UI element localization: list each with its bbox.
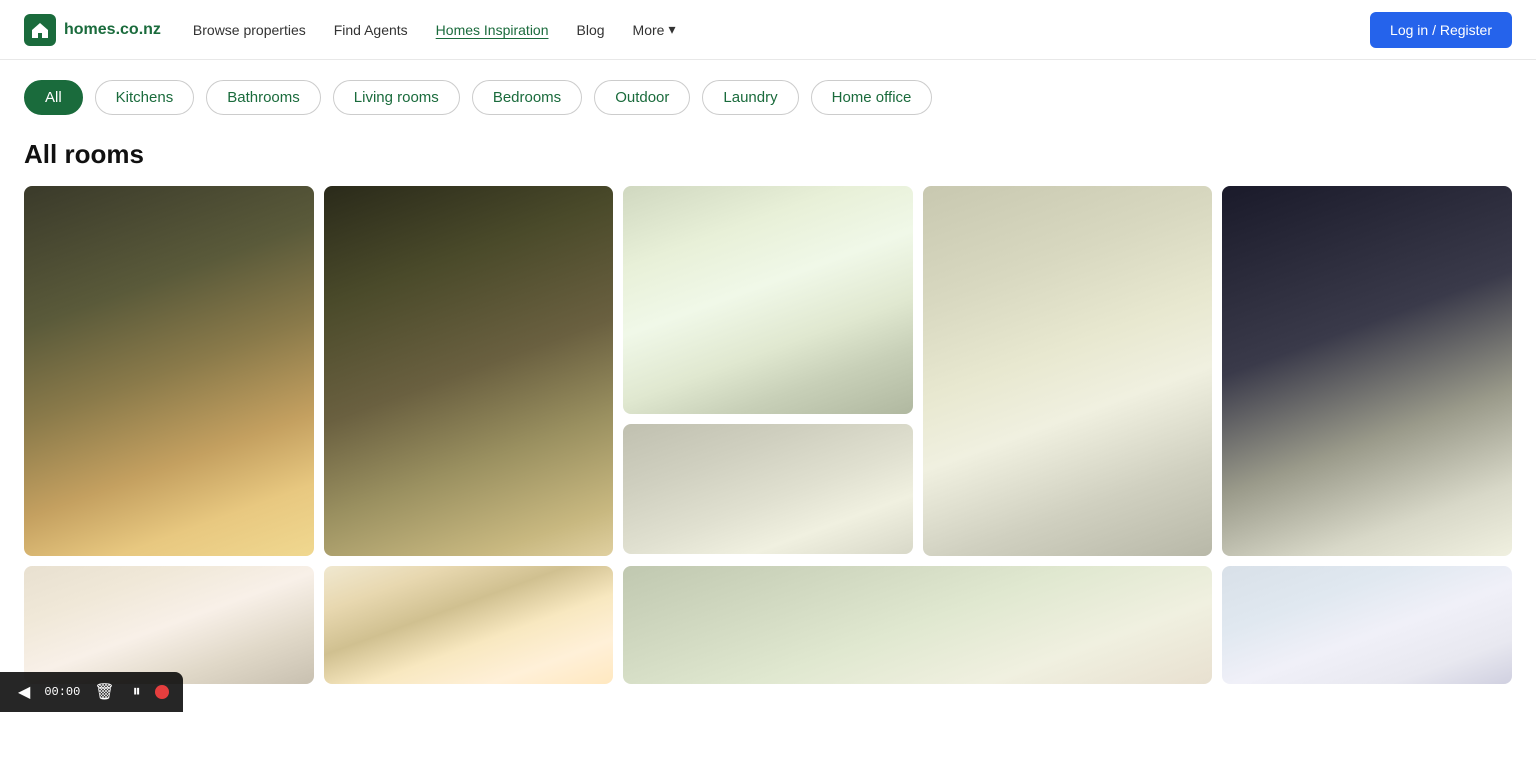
filter-chip-home-office[interactable]: Home office (811, 80, 933, 115)
grid-item-8[interactable] (324, 566, 614, 684)
grid-item-10[interactable] (1222, 566, 1512, 684)
nav-more[interactable]: More ▾ (633, 21, 676, 38)
grid-item-3[interactable] (623, 186, 913, 414)
filter-chip-bedrooms[interactable]: Bedrooms (472, 80, 582, 115)
filter-chip-laundry[interactable]: Laundry (702, 80, 798, 115)
filter-chip-outdoor[interactable]: Outdoor (594, 80, 690, 115)
media-back-button[interactable]: ◀ (14, 680, 34, 704)
image-grid (0, 186, 1536, 764)
filter-chip-bathrooms[interactable]: Bathrooms (206, 80, 321, 115)
login-register-button[interactable]: Log in / Register (1370, 12, 1512, 48)
grid-item-9[interactable] (623, 566, 1212, 684)
media-pause-button[interactable]: ⏸ (129, 681, 145, 703)
record-indicator (155, 685, 169, 699)
logo-icon (24, 14, 56, 46)
grid-item-6[interactable] (1222, 186, 1512, 556)
filter-chip-kitchens[interactable]: Kitchens (95, 80, 195, 115)
grid-item-7[interactable] (24, 566, 314, 684)
nav-blog[interactable]: Blog (577, 22, 605, 38)
header: homes.co.nz Browse properties Find Agent… (0, 0, 1536, 60)
logo-text: homes.co.nz (64, 21, 161, 39)
section-title: All rooms (0, 135, 1536, 186)
nav-agents[interactable]: Find Agents (334, 22, 408, 38)
header-left: homes.co.nz Browse properties Find Agent… (24, 14, 675, 46)
logo[interactable]: homes.co.nz (24, 14, 161, 46)
filter-chip-living[interactable]: Living rooms (333, 80, 460, 115)
media-delete-button[interactable]: 🗑 (90, 680, 118, 704)
grid-item-1[interactable] (24, 186, 314, 556)
media-time: 00:00 (44, 685, 80, 699)
main-nav: Browse properties Find Agents Homes Insp… (193, 21, 676, 38)
filter-bar: All Kitchens Bathrooms Living rooms Bedr… (0, 60, 1536, 135)
filter-chip-all[interactable]: All (24, 80, 83, 115)
grid-col-3 (623, 186, 913, 556)
grid-item-4[interactable] (623, 424, 913, 554)
media-toolbar: ◀ 00:00 🗑 ⏸ (0, 672, 183, 712)
nav-inspiration[interactable]: Homes Inspiration (436, 22, 549, 38)
nav-browse[interactable]: Browse properties (193, 22, 306, 38)
grid-item-5[interactable] (923, 186, 1213, 556)
grid-item-2[interactable] (324, 186, 614, 556)
chevron-down-icon: ▾ (668, 21, 675, 38)
